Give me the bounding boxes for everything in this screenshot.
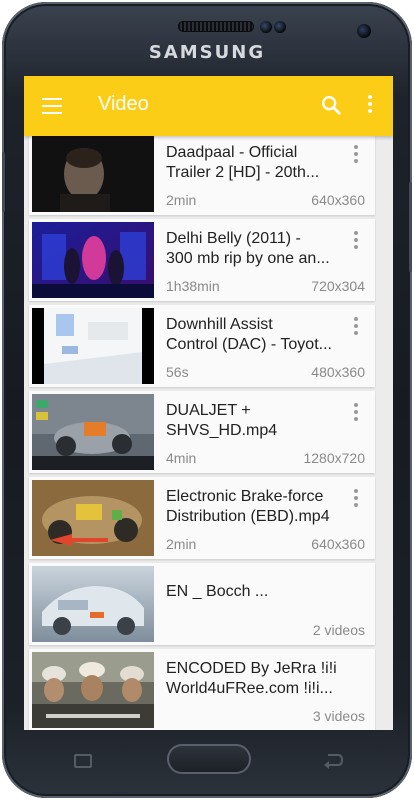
video-title: Delhi Belly (2011) -300 mb rip by one an… [166, 230, 330, 267]
phone-frame: SAMSUNG Video Daadpaal - Official Traile… [2, 2, 412, 798]
back-icon[interactable] [322, 750, 344, 770]
video-thumbnail [32, 480, 154, 556]
front-camera [357, 24, 371, 38]
home-button[interactable] [167, 744, 251, 774]
video-duration: 56s [166, 364, 189, 380]
page-title: Video [98, 93, 149, 115]
app-bar: Video [24, 76, 393, 136]
video-title: DUALJET + SHVS_HD.mp4 [166, 402, 278, 439]
item-more-icon[interactable] [353, 231, 359, 253]
proximity-sensor [260, 21, 272, 33]
video-duration: 1h38min [166, 278, 220, 294]
video-title: Downhill Assist Control (DAC) - Toyot... [166, 316, 332, 353]
folder-thumbnail [32, 566, 154, 642]
video-thumbnail [32, 394, 154, 470]
video-thumbnail [32, 308, 154, 384]
folder-title: EN _ Bocch ... [166, 583, 269, 600]
earpiece-speaker [178, 21, 254, 32]
video-title: Daadpaal - Official Trailer 2 [HD] - 20th… [166, 144, 320, 181]
video-resolution: 1280x720 [303, 450, 365, 466]
video-thumbnail [32, 222, 154, 298]
list-item[interactable]: EN _ Bocch ... 2 videos [29, 563, 375, 645]
list-item[interactable]: Daadpaal - Official Trailer 2 [HD] - 20th… [29, 133, 375, 215]
video-resolution: 640x360 [311, 192, 365, 208]
video-duration: 4min [166, 450, 197, 466]
brand-logo: SAMSUNG [148, 42, 266, 63]
video-resolution: 480x360 [311, 364, 365, 380]
list-item[interactable]: Downhill Assist Control (DAC) - Toyot... … [29, 305, 375, 387]
item-more-icon[interactable] [353, 317, 359, 339]
screen: Video Daadpaal - Official Trailer 2 [HD]… [24, 76, 393, 730]
item-more-icon[interactable] [353, 489, 359, 511]
light-sensor [274, 21, 286, 33]
power-key [409, 182, 412, 272]
list-item[interactable]: Delhi Belly (2011) -300 mb rip by one an… [29, 219, 375, 301]
folder-video-count: 2 videos [312, 622, 365, 638]
more-vert-icon[interactable] [367, 95, 373, 117]
folder-title: ENCODED By JeRra !i!i World4uFRee.com !i!… [166, 660, 337, 697]
recent-apps-button[interactable] [74, 754, 92, 768]
folder-video-count: 3 videos [312, 708, 365, 724]
video-thumbnail [32, 136, 154, 212]
search-icon[interactable] [320, 94, 342, 116]
video-duration: 2min [166, 536, 197, 552]
video-duration: 2min [166, 192, 197, 208]
list-item[interactable]: ENCODED By JeRra !i!i World4uFRee.com !i!… [29, 649, 375, 730]
menu-icon[interactable] [42, 98, 62, 114]
list-item[interactable]: DUALJET + SHVS_HD.mp4 4min 1280x720 [29, 391, 375, 473]
volume-key [2, 152, 5, 212]
folder-thumbnail [32, 652, 154, 728]
item-more-icon[interactable] [353, 403, 359, 425]
list-item[interactable]: Electronic Brake-force Distribution (EBD)… [29, 477, 375, 559]
video-resolution: 640x360 [311, 536, 365, 552]
video-title: Electronic Brake-force Distribution (EBD)… [166, 488, 330, 525]
video-resolution: 720x304 [311, 278, 365, 294]
item-more-icon[interactable] [353, 145, 359, 167]
